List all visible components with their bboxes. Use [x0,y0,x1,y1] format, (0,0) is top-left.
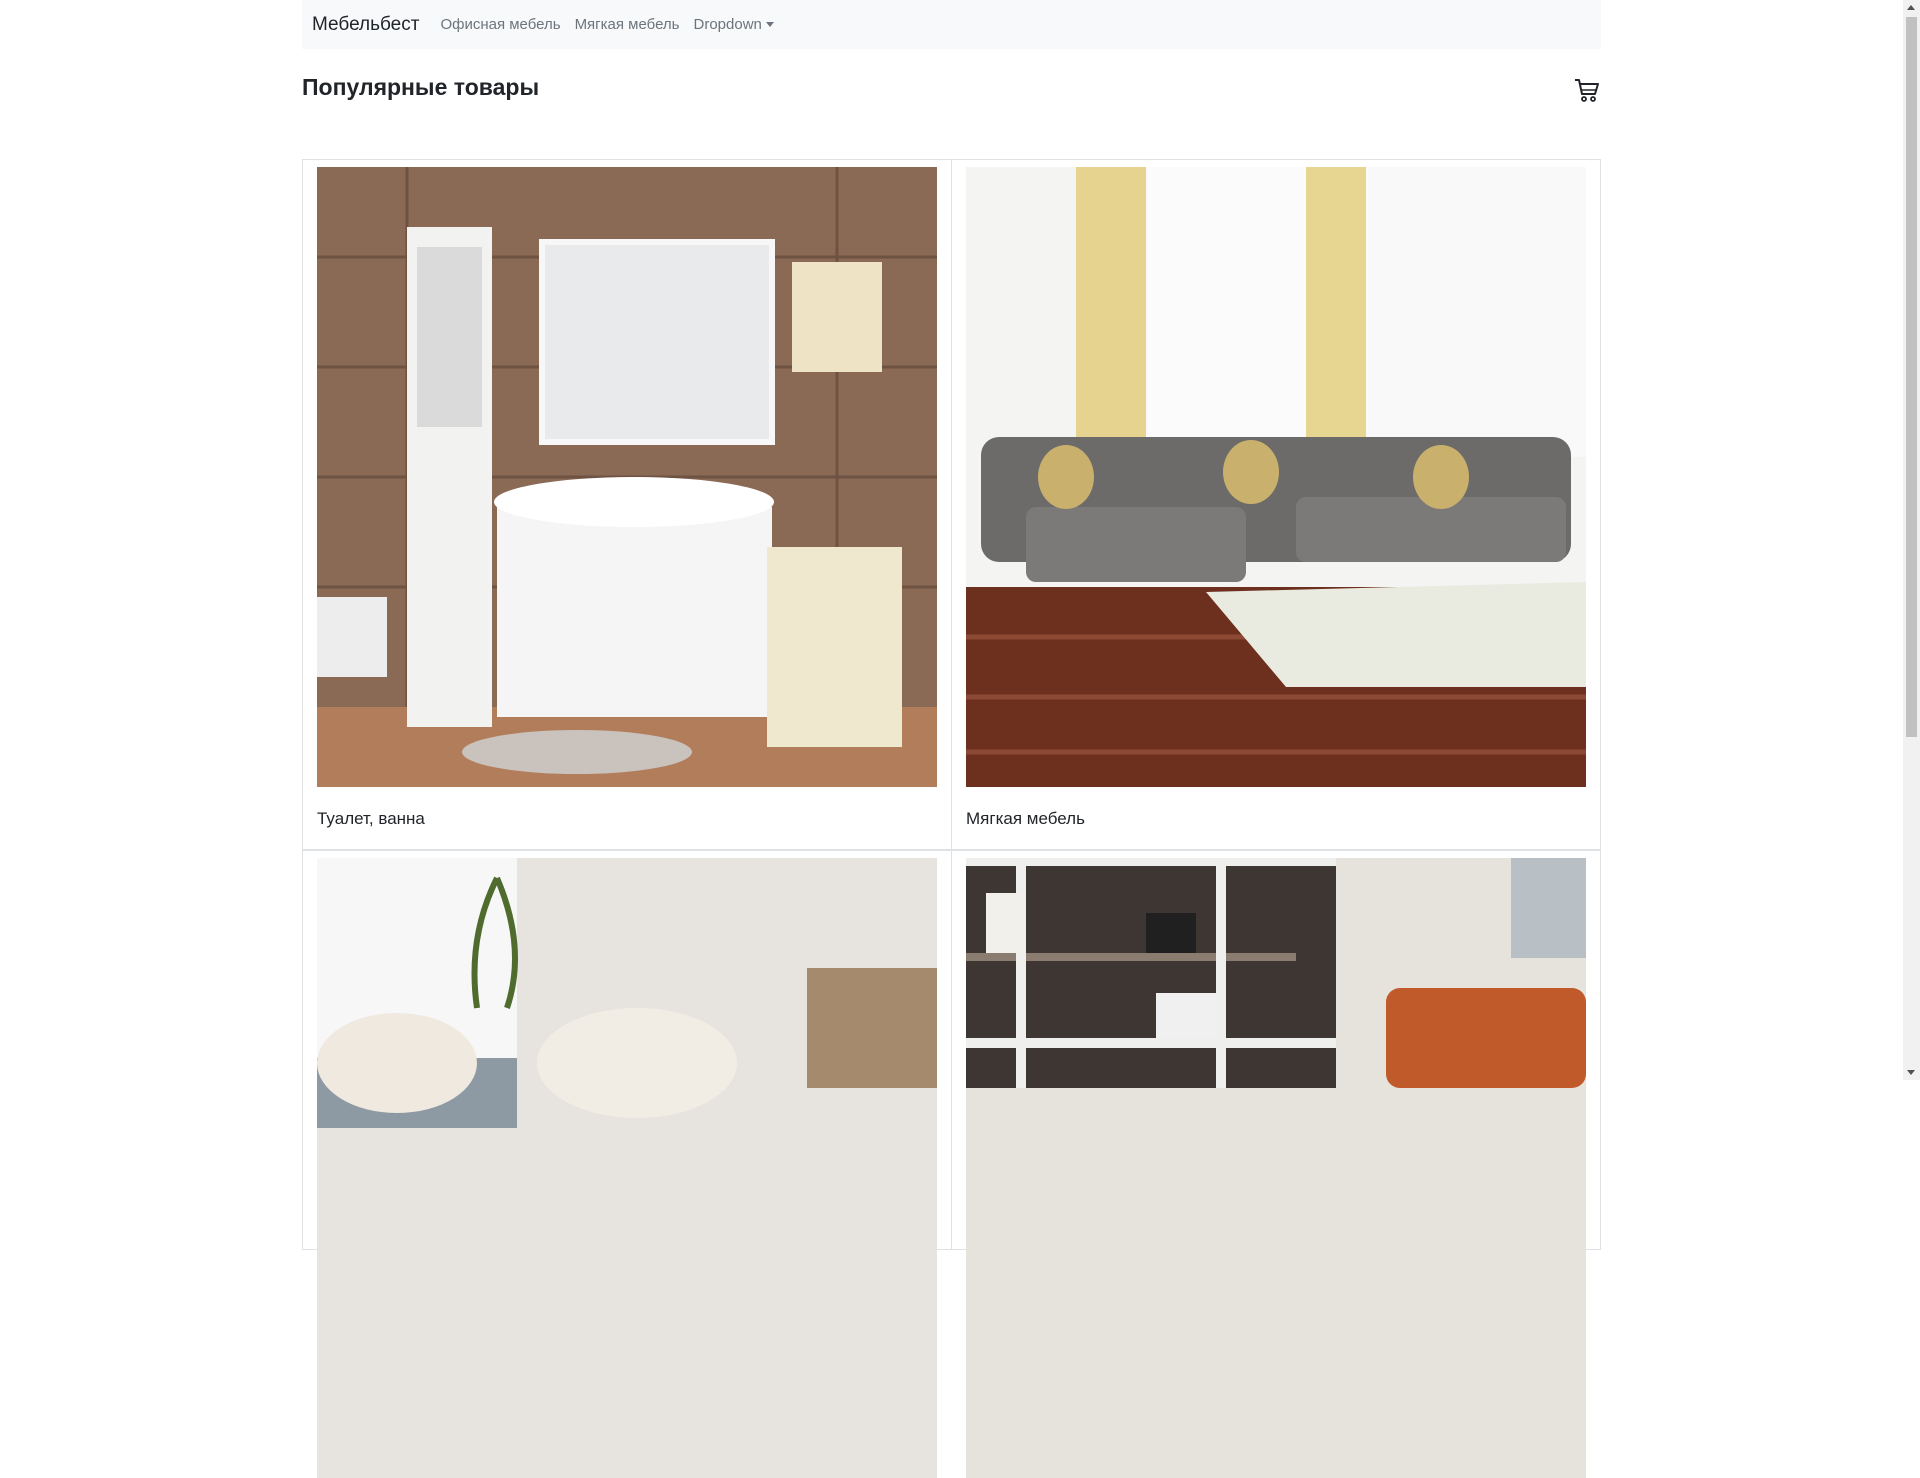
product-label[interactable]: Туалет, ванна [317,809,425,829]
product-card[interactable] [951,850,1601,1478]
scroll-up-arrow-icon[interactable] [1907,5,1915,10]
nav-dropdown-label: Dropdown [693,16,762,33]
header-row: Популярные товары [302,74,1601,108]
brand-logo[interactable]: Мебельбест [312,14,419,36]
bathroom-furniture-photo[interactable] [317,167,937,787]
product-card[interactable]: Туалет, ванна [302,159,952,850]
scroll-thumb[interactable] [1906,17,1917,737]
product-label[interactable]: Мягкая мебель [966,809,1085,829]
vertical-scrollbar[interactable] [1903,0,1920,1080]
page-title: Популярные товары [302,74,540,100]
product-card[interactable] [302,850,952,1478]
navbar: Мебельбест Офисная мебель Мягкая мебель … [302,0,1601,49]
caret-down-icon [765,22,774,27]
nav-dropdown[interactable]: Dropdown [694,16,774,33]
cart-icon[interactable] [1573,76,1601,104]
nav-link-office[interactable]: Офисная мебель [440,16,560,33]
nav-link-soft[interactable]: Мягкая мебель [575,16,680,33]
scroll-down-arrow-icon[interactable] [1907,1070,1915,1075]
sectional-sofa-photo[interactable] [966,167,1586,787]
bookshelf-photo[interactable] [966,858,1586,1478]
product-card[interactable]: Мягкая мебель [951,159,1601,850]
armchairs-photo[interactable] [317,858,937,1478]
main-container: Мебельбест Офисная мебель Мягкая мебель … [302,0,1601,1478]
